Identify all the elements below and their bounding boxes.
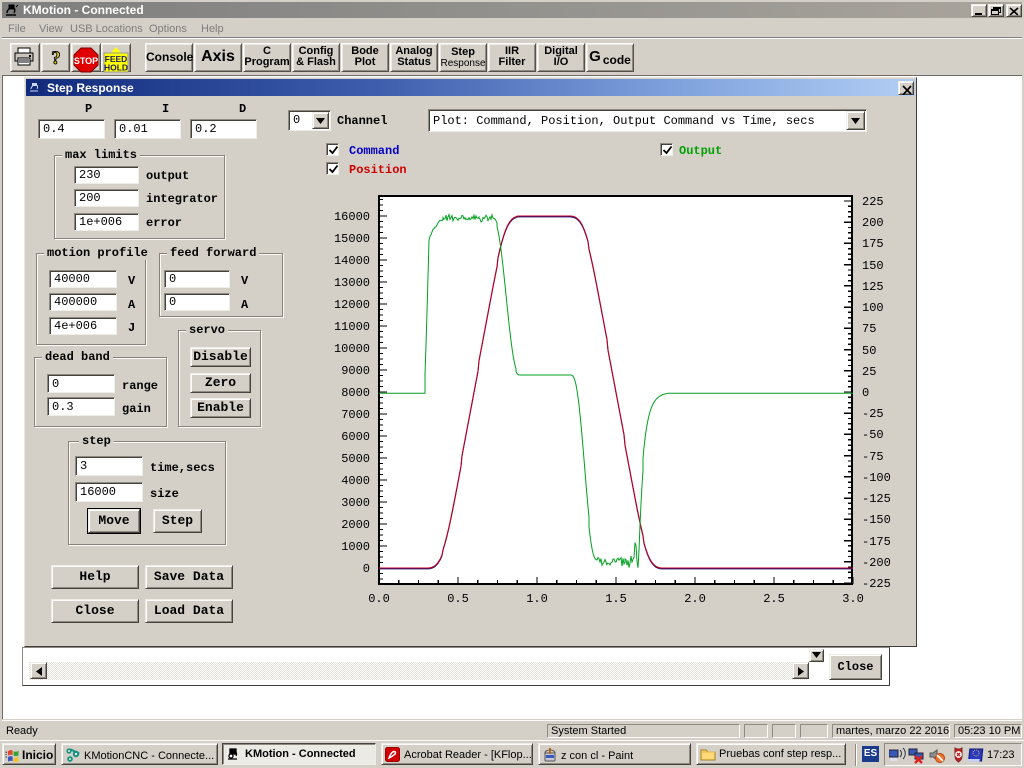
svg-text:-25: -25 (862, 407, 884, 421)
svg-text:12000: 12000 (334, 298, 370, 312)
svg-text:?: ? (51, 48, 61, 69)
svg-text:2.5: 2.5 (763, 592, 785, 606)
svg-text:5000: 5000 (341, 452, 370, 466)
svg-text:-125: -125 (862, 492, 891, 506)
svg-text:-75: -75 (862, 450, 884, 464)
svg-text:0.5: 0.5 (447, 592, 469, 606)
svg-text:225: 225 (862, 195, 884, 209)
svg-text:9000: 9000 (341, 364, 370, 378)
svg-text:125: 125 (862, 280, 884, 294)
svg-text:-50: -50 (862, 428, 884, 442)
svg-text:150: 150 (862, 259, 884, 273)
svg-text:0: 0 (862, 386, 869, 400)
svg-text:HOLD: HOLD (104, 63, 128, 73)
svg-text:2.0: 2.0 (684, 592, 706, 606)
svg-text:STOP: STOP (74, 56, 98, 66)
svg-text:-150: -150 (862, 513, 891, 527)
svg-text:100: 100 (862, 301, 884, 315)
svg-text:3000: 3000 (341, 496, 370, 510)
svg-text:15000: 15000 (334, 232, 370, 246)
svg-text:75: 75 (862, 322, 876, 336)
svg-text:7000: 7000 (341, 408, 370, 422)
svg-text:13000: 13000 (334, 276, 370, 290)
svg-text:50: 50 (862, 344, 876, 358)
svg-text:-200: -200 (862, 556, 891, 570)
svg-text:-225: -225 (862, 577, 891, 591)
svg-text:2000: 2000 (341, 518, 370, 532)
svg-text:14000: 14000 (334, 254, 370, 268)
svg-text:6000: 6000 (341, 430, 370, 444)
svg-text:10000: 10000 (334, 342, 370, 356)
svg-text:25: 25 (862, 365, 876, 379)
svg-text:16000: 16000 (334, 210, 370, 224)
svg-text:1.5: 1.5 (605, 592, 627, 606)
svg-text:-175: -175 (862, 535, 891, 549)
svg-text:200: 200 (862, 216, 884, 230)
svg-text:11000: 11000 (334, 320, 370, 334)
svg-text:1000: 1000 (341, 540, 370, 554)
svg-text:3.0: 3.0 (842, 592, 864, 606)
svg-text:-100: -100 (862, 471, 891, 485)
svg-text:4000: 4000 (341, 474, 370, 488)
svg-text:8000: 8000 (341, 386, 370, 400)
svg-text:1.0: 1.0 (526, 592, 548, 606)
svg-text:0: 0 (363, 562, 370, 576)
svg-text:0.0: 0.0 (368, 592, 390, 606)
svg-text:175: 175 (862, 237, 884, 251)
